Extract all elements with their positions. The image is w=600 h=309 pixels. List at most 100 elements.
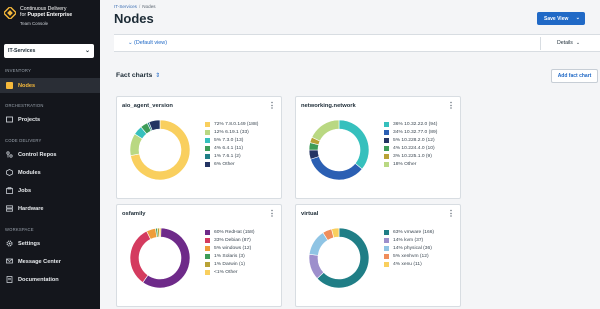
jobs-icon (6, 187, 13, 194)
legend-item[interactable]: 33% Debian (87) (205, 236, 255, 244)
legend-swatch (205, 137, 210, 143)
details-toggle[interactable]: Details ⌄ (557, 40, 580, 46)
legend-item[interactable]: 63% vmware (166) (384, 228, 434, 236)
legend-item[interactable]: 5% 7.3.0 (13) (205, 136, 258, 144)
sidebar-item-label: Hardware (18, 205, 44, 212)
donut-slice[interactable] (129, 230, 152, 283)
legend-item[interactable]: 36% 10.32.22.0 (94) (384, 120, 437, 128)
fact-chart-title: osfamily (122, 211, 146, 217)
legend-item[interactable]: 72% 7.8.0.149 (188) (205, 120, 258, 128)
legend-swatch (205, 153, 210, 159)
sidebar-item-hardware[interactable]: Hardware (0, 201, 100, 216)
sidebar-item-jobs[interactable]: Jobs (0, 183, 100, 198)
sidebar-item-message-center[interactable]: Message Center (0, 254, 100, 269)
details-label: Details (557, 40, 573, 46)
legend-swatch (205, 229, 210, 235)
fact-chart-title: networking.network (301, 103, 356, 109)
legend-label: 34% 10.32.77.0 (89) (393, 129, 438, 135)
brand-line2b: Puppet Enterprise (27, 12, 73, 18)
donut-slice[interactable] (311, 119, 340, 142)
repo-icon (6, 151, 13, 158)
legend-item[interactable]: 4% 6.4.1 (11) (205, 144, 258, 152)
donut-chart (308, 227, 370, 289)
chart-legend: 60% RedHat (158) 33% Debian (87) 5% window… (205, 228, 255, 276)
page-title: Nodes (114, 11, 154, 26)
default-view-toggle[interactable]: ⌄ (Default view) (128, 40, 167, 46)
section-workspace: WORKSPACE (5, 227, 34, 232)
sidebar-item-modules[interactable]: Modules (0, 165, 100, 180)
sidebar-item-control-repos[interactable]: Control Repos (0, 147, 100, 162)
legend-label: 14% physical (36) (393, 245, 432, 251)
add-fact-chart-button[interactable]: Add fact chart (551, 69, 598, 83)
kebab-menu-icon[interactable]: ⋮ (268, 101, 276, 110)
legend-label: 5% 7.3.0 (13) (214, 137, 244, 143)
legend-item[interactable]: 60% RedHat (158) (205, 228, 255, 236)
legend-item[interactable]: 14% kvm (37) (384, 236, 434, 244)
legend-item[interactable]: 18% Other (384, 160, 437, 168)
fact-chart-card: virtual ⋮ 63% vmware (166) 14% kvm (37) 14… (295, 204, 461, 307)
gear-icon (6, 240, 13, 247)
fact-chart-title: virtual (301, 211, 319, 217)
save-view-label: Save View (544, 15, 569, 22)
legend-swatch (205, 253, 210, 259)
legend-item[interactable]: 6% Other (205, 160, 258, 168)
chevron-down-icon[interactable]: ⌄ (576, 15, 580, 21)
donut-slice[interactable] (158, 227, 162, 238)
legend-swatch (384, 129, 389, 135)
projects-icon (6, 116, 13, 123)
sidebar-item-settings[interactable]: Settings (0, 236, 100, 251)
legend-item[interactable]: 5% xenhvm (12) (384, 252, 434, 260)
legend-swatch (205, 121, 210, 127)
sidebar-item-nodes[interactable]: Nodes (0, 78, 100, 93)
kebab-menu-icon[interactable]: ⋮ (268, 209, 276, 218)
legend-item[interactable]: 4% xenu (11) (384, 260, 434, 268)
legend-label: 72% 7.8.0.149 (188) (214, 121, 259, 127)
donut-slice[interactable] (310, 156, 363, 181)
brand-sub: Team Console (20, 21, 49, 26)
doc-icon (6, 276, 13, 283)
sort-icon[interactable]: ⇕ (155, 73, 160, 79)
sidebar-item-label: Documentation (18, 276, 59, 283)
kebab-menu-icon[interactable]: ⋮ (447, 209, 455, 218)
legend-item[interactable]: 1% Solaris (3) (205, 252, 255, 260)
legend-swatch (205, 261, 210, 267)
legend-item[interactable]: <1% Other (205, 268, 255, 276)
fact-chart-card: networking.network ⋮ 36% 10.32.22.0 (94)… (295, 96, 461, 199)
save-view-button[interactable]: Save View ⌄ (537, 12, 585, 25)
legend-item[interactable]: 1% Darwin (1) (205, 260, 255, 268)
legend-label: <1% Other (214, 269, 238, 275)
sidebar-item-documentation[interactable]: Documentation (0, 272, 100, 287)
chart-legend: 63% vmware (166) 14% kvm (37) 14% physical… (384, 228, 434, 268)
legend-label: 4% xenu (11) (393, 261, 422, 267)
legend-swatch (205, 145, 210, 151)
sidebar-item-projects[interactable]: Projects (0, 112, 100, 127)
brand[interactable]: Continuous Delivery for Puppet Enterpris… (0, 0, 100, 34)
divider (540, 37, 541, 50)
legend-item[interactable]: 5% windows (12) (205, 244, 255, 252)
hardware-icon (6, 205, 13, 212)
legend-item[interactable]: 5% 10.228.2.0 (12) (384, 136, 437, 144)
legend-item[interactable]: 34% 10.32.77.0 (89) (384, 128, 437, 136)
legend-item[interactable]: 1% 7.6.1 (2) (205, 152, 258, 160)
legend-swatch (384, 153, 389, 159)
legend-label: 14% kvm (37) (393, 237, 424, 243)
legend-item[interactable]: 14% physical (36) (384, 244, 434, 252)
legend-item[interactable]: 3% 10.225.1.0 (9) (384, 152, 437, 160)
legend-swatch (384, 253, 389, 259)
workspace-select[interactable]: IT-Services ⌄ (4, 44, 94, 58)
donut-slice[interactable] (338, 119, 370, 170)
sidebar: Continuous Delivery for Puppet Enterpris… (0, 0, 100, 309)
legend-swatch (384, 121, 389, 127)
brand-line2: for (20, 12, 27, 18)
legend-swatch (205, 245, 210, 251)
kebab-menu-icon[interactable]: ⋮ (447, 101, 455, 110)
breadcrumb-parent[interactable]: IT-Services (114, 4, 137, 9)
legend-label: 3% 10.225.1.0 (9) (393, 153, 432, 159)
chart-legend: 72% 7.8.0.149 (188) 12% 6.19.1 (33) 5% 7.3… (205, 120, 258, 168)
legend-label: 1% Solaris (3) (214, 253, 245, 259)
legend-label: 36% 10.32.22.0 (94) (393, 121, 438, 127)
legend-item[interactable]: 4% 10.224.4.0 (10) (384, 144, 437, 152)
legend-label: 12% 6.19.1 (33) (214, 129, 249, 135)
donut-chart (129, 119, 191, 181)
legend-item[interactable]: 12% 6.19.1 (33) (205, 128, 258, 136)
